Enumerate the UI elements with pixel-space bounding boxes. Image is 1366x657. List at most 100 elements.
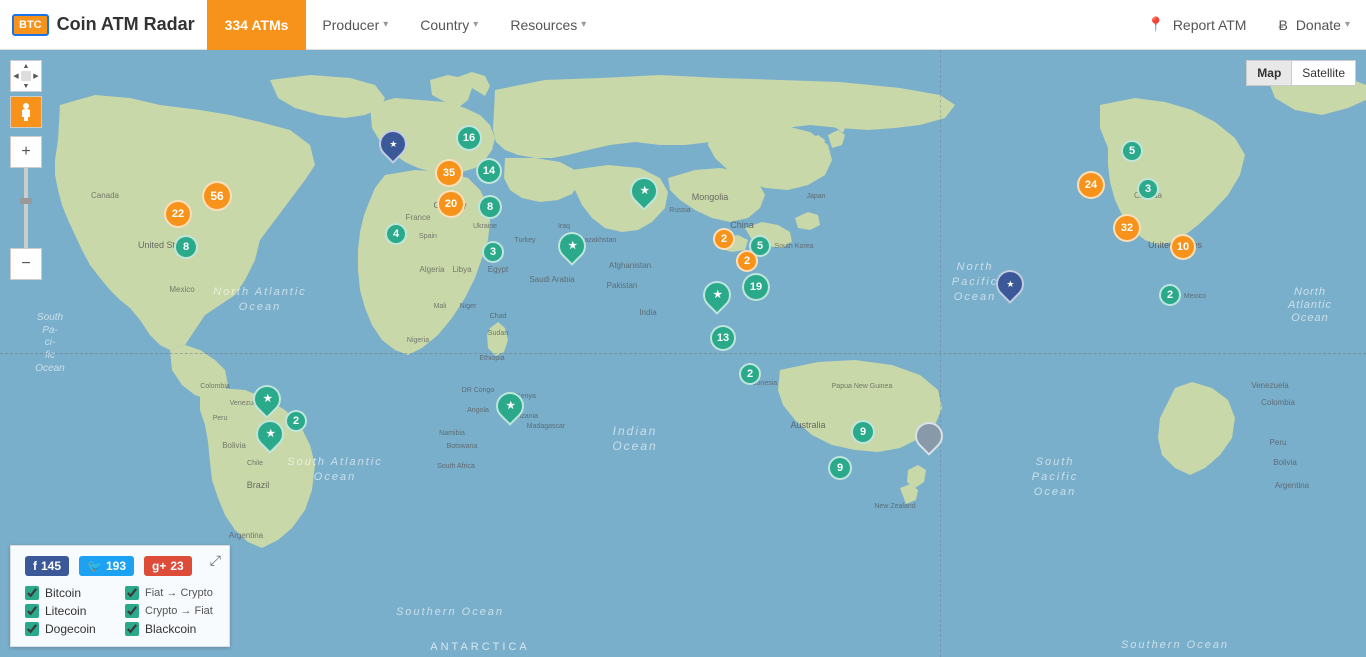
- svg-text:Ukraine: Ukraine: [473, 223, 497, 230]
- atm-marker-pin-pacific[interactable]: ★: [996, 270, 1024, 298]
- nav-producer[interactable]: Producer ▾: [306, 0, 404, 50]
- blue-pin-icon: ★: [990, 264, 1030, 304]
- atm-marker-pin-uk[interactable]: ★: [379, 130, 407, 158]
- svg-text:Bolivia: Bolivia: [222, 441, 246, 450]
- atm-marker-13[interactable]: 13: [710, 325, 736, 351]
- pin-icon: ★: [373, 124, 413, 164]
- atm-marker-4[interactable]: 4: [385, 223, 407, 245]
- zoom-in-button[interactable]: +: [10, 136, 42, 168]
- atm-marker-3[interactable]: 3: [482, 241, 504, 263]
- zoom-handle[interactable]: [20, 198, 32, 204]
- svg-text:Ethiopia: Ethiopia: [479, 355, 504, 362]
- svg-text:Botswana: Botswana: [447, 443, 478, 450]
- nav-resources[interactable]: Resources ▾: [494, 0, 602, 50]
- svg-text:Ocean: Ocean: [35, 363, 65, 374]
- litecoin-checkbox[interactable]: [25, 604, 39, 618]
- atm-marker-3b[interactable]: 3: [1137, 178, 1159, 200]
- svg-text:Colombia: Colombia: [200, 383, 230, 390]
- nav-country[interactable]: Country ▾: [404, 0, 494, 50]
- chevron-down-icon: ▾: [383, 19, 388, 30]
- pin-icon: 📍: [1147, 16, 1164, 33]
- pan-control[interactable]: ▲ ◀ ▶ ▼: [10, 60, 42, 92]
- svg-text:Ocean: Ocean: [1291, 312, 1328, 324]
- svg-text:Argentina: Argentina: [229, 531, 264, 540]
- atm-marker-2b[interactable]: 2: [736, 250, 758, 272]
- map-type-map[interactable]: Map: [1246, 60, 1291, 86]
- nav-report-atm[interactable]: 📍 Report ATM: [1131, 0, 1262, 50]
- pan-sw-arrow[interactable]: [11, 81, 21, 91]
- atm-marker-pin-ca[interactable]: ★: [630, 177, 658, 205]
- pegman-icon[interactable]: [10, 96, 42, 128]
- fiat-crypto-label: Fiat → Crypto: [145, 587, 213, 599]
- svg-text:Ocean: Ocean: [612, 439, 657, 453]
- atm-marker-16[interactable]: 16: [456, 125, 482, 151]
- expand-button[interactable]: ⤢: [210, 552, 221, 569]
- site-title: Coin ATM Radar: [57, 14, 195, 35]
- atm-marker-9a[interactable]: 9: [851, 420, 875, 444]
- svg-text:Pa-: Pa-: [42, 325, 58, 336]
- atm-marker-pin-sea[interactable]: ★: [703, 281, 731, 309]
- svg-text:Papua New Guinea: Papua New Guinea: [832, 383, 893, 390]
- atm-marker-2a[interactable]: 2: [713, 228, 735, 250]
- svg-text:Brazil: Brazil: [247, 480, 270, 490]
- atm-marker-35[interactable]: 35: [435, 159, 463, 187]
- map-controls: ▲ ◀ ▶ ▼ + −: [10, 60, 42, 280]
- atm-marker-pin-africa[interactable]: ★: [496, 392, 524, 420]
- atm-marker-pin-me[interactable]: ★: [558, 232, 586, 260]
- atm-count-badge[interactable]: 334 ATMs: [207, 0, 307, 50]
- nav-donate[interactable]: Ƀ Donate ▾: [1262, 0, 1366, 50]
- pan-center: [21, 71, 31, 81]
- facebook-count: 145: [41, 559, 61, 573]
- atm-marker-24[interactable]: 24: [1077, 171, 1105, 199]
- pan-w-arrow[interactable]: ◀: [11, 71, 21, 81]
- atm-marker-pin-sa1[interactable]: ★: [253, 385, 281, 413]
- atm-marker-32[interactable]: 32: [1113, 214, 1141, 242]
- facebook-share-button[interactable]: f 145: [25, 556, 69, 576]
- map-type-satellite[interactable]: Satellite: [1291, 60, 1356, 86]
- legend-bitcoin: Bitcoin: [25, 586, 115, 600]
- blackcoin-checkbox[interactable]: [125, 622, 139, 636]
- atm-marker-8b[interactable]: 8: [478, 195, 502, 219]
- svg-text:North: North: [1294, 286, 1326, 298]
- pan-n-arrow[interactable]: ▲: [21, 61, 31, 71]
- atm-marker-2c[interactable]: 2: [739, 363, 761, 385]
- atm-marker-10[interactable]: 10: [1170, 234, 1196, 260]
- fiat-crypto-checkbox[interactable]: [125, 586, 139, 600]
- atm-marker-5b[interactable]: 5: [1121, 140, 1143, 162]
- svg-text:DR Congo: DR Congo: [462, 387, 495, 394]
- legend-crypto-fiat: Crypto → Fiat: [125, 604, 215, 618]
- teal-pin-icon: ★: [247, 379, 287, 419]
- atm-marker-pin-nz[interactable]: [915, 422, 943, 450]
- bitcoin-checkbox[interactable]: [25, 586, 39, 600]
- logo-area: BTC Coin ATM Radar: [0, 14, 207, 36]
- pan-nw-arrow[interactable]: [11, 61, 21, 71]
- zoom-slider[interactable]: [24, 168, 28, 248]
- dogecoin-checkbox[interactable]: [25, 622, 39, 636]
- atm-marker-8a[interactable]: 8: [174, 235, 198, 259]
- atm-marker-9b[interactable]: 9: [828, 456, 852, 480]
- svg-text:South: South: [1036, 456, 1075, 468]
- map-container[interactable]: United States Canada Mexico Brazil Argen…: [0, 50, 1366, 657]
- atm-marker-2e[interactable]: 2: [1159, 284, 1181, 306]
- dogecoin-label: Dogecoin: [45, 622, 96, 636]
- atm-marker-2d[interactable]: 2: [285, 410, 307, 432]
- pan-ne-arrow[interactable]: [31, 61, 41, 71]
- pan-se-arrow[interactable]: [31, 81, 41, 91]
- atm-marker-22[interactable]: 22: [164, 200, 192, 228]
- pan-e-arrow[interactable]: ▶: [31, 71, 41, 81]
- googleplus-share-button[interactable]: g+ 23: [144, 556, 192, 576]
- atm-marker-14[interactable]: 14: [476, 158, 502, 184]
- atm-marker-20[interactable]: 20: [437, 190, 465, 218]
- svg-text:Pakistan: Pakistan: [607, 281, 638, 290]
- atm-marker-56[interactable]: 56: [202, 181, 232, 211]
- crypto-fiat-checkbox[interactable]: [125, 604, 139, 618]
- pan-s-arrow[interactable]: ▼: [21, 81, 31, 91]
- atm-marker-19[interactable]: 19: [742, 273, 770, 301]
- twitter-share-button[interactable]: 🐦 193: [79, 556, 134, 576]
- zoom-out-button[interactable]: −: [10, 248, 42, 280]
- atm-marker-pin-sa2[interactable]: ★: [256, 420, 284, 448]
- svg-text:Ocean: Ocean: [314, 471, 356, 483]
- facebook-icon: f: [33, 559, 37, 573]
- crypto-fiat-label: Crypto → Fiat: [145, 605, 213, 617]
- svg-text:Mexico: Mexico: [1184, 293, 1206, 300]
